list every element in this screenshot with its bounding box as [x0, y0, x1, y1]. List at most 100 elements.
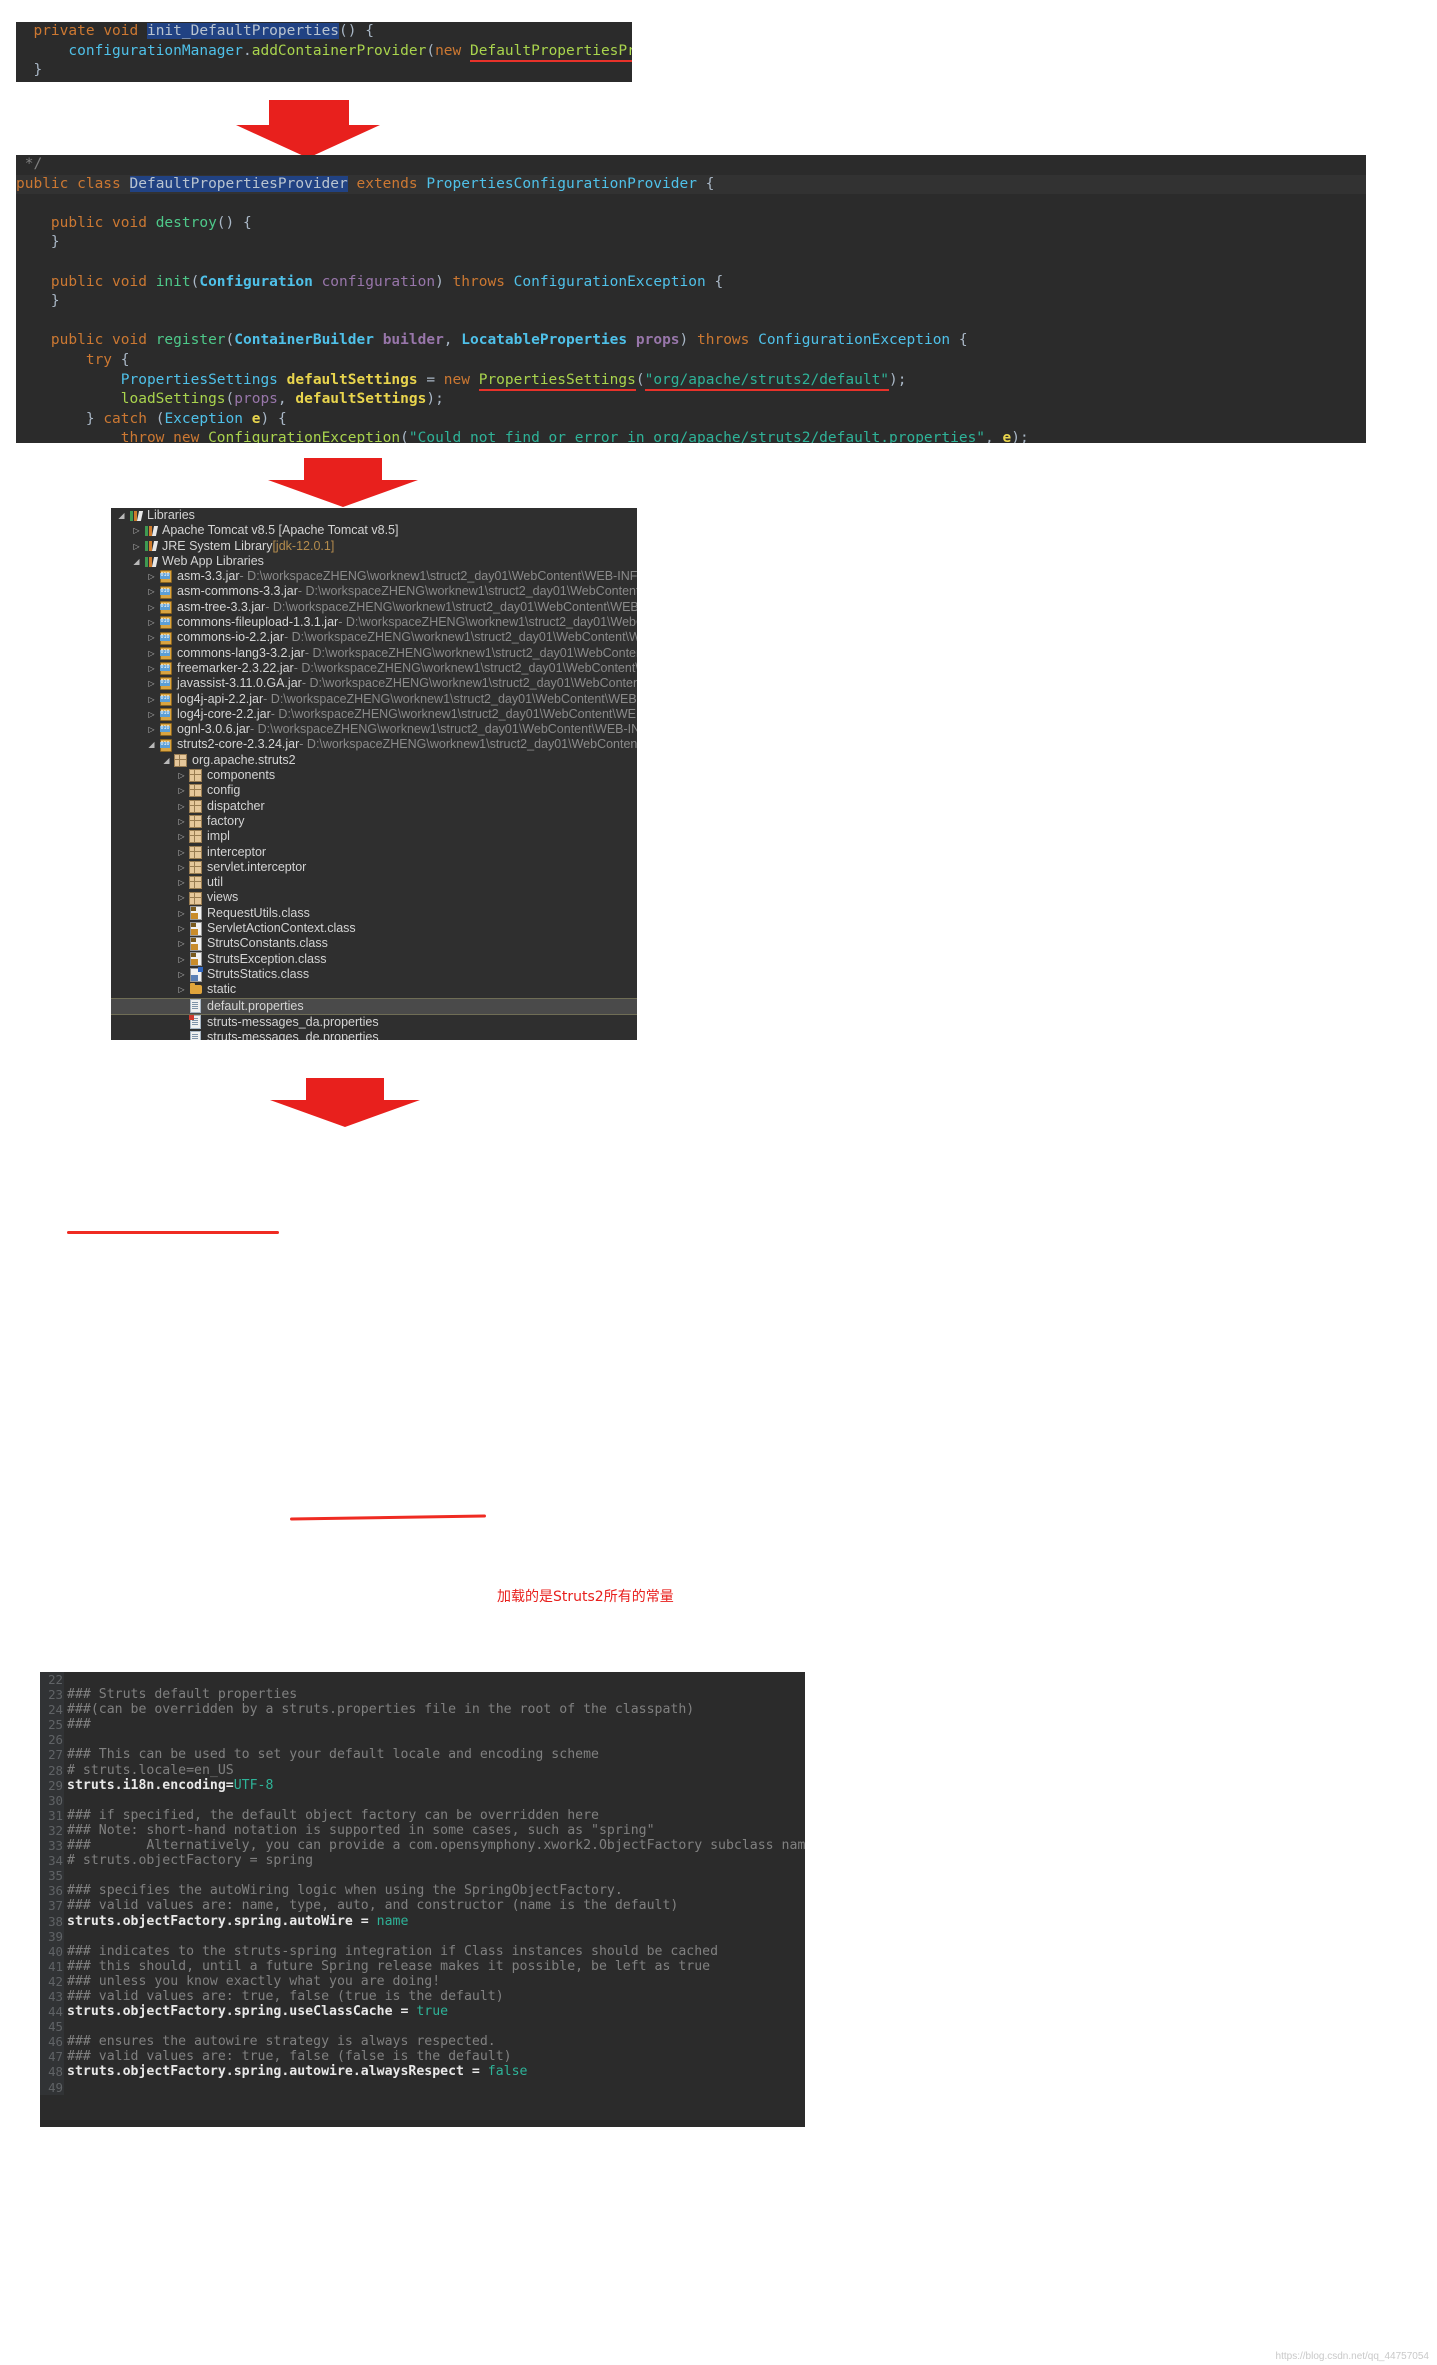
tree-row[interactable]: ◢ org.apache.struts2	[111, 753, 637, 768]
tree-row[interactable]: ▷ freemarker-2.3.22.jar - D:\workspaceZHE…	[111, 661, 637, 676]
chevron-down-icon[interactable]: ◢	[160, 753, 173, 768]
chevron-right-icon[interactable]: ▷	[145, 615, 158, 630]
tree-item-label: components	[207, 768, 276, 783]
tree-row[interactable]: ▷ log4j-core-2.2.jar - D:\workspaceZHENG\…	[111, 707, 637, 722]
line-number: 45	[40, 2019, 64, 2035]
chevron-right-icon[interactable]: ▷	[175, 799, 188, 814]
chevron-right-icon[interactable]: ▷	[175, 829, 188, 844]
tree-item-label: Apache Tomcat v8.5 [Apache Tomcat v8.5]	[162, 523, 399, 538]
chevron-right-icon[interactable]: ▷	[145, 646, 158, 661]
code-panel-default-properties-provider[interactable]: */ public class DefaultPropertiesProvider…	[16, 155, 1366, 443]
code-token: (	[225, 332, 235, 349]
tree-row[interactable]: ▷ config	[111, 783, 637, 798]
chevron-right-icon[interactable]: ▷	[145, 692, 158, 707]
chevron-right-icon[interactable]: ▷	[175, 875, 188, 890]
tree-row[interactable]: ▷ ognl-3.0.6.jar - D:\workspaceZHENG\work…	[111, 722, 637, 737]
chevron-right-icon[interactable]: ▷	[175, 814, 188, 829]
tree-row[interactable]: ▷ servlet.interceptor	[111, 860, 637, 875]
tree-row[interactable]: ▷ interceptor	[111, 845, 637, 860]
chevron-right-icon[interactable]: ▷	[175, 982, 188, 997]
code-token: ConfigurationException	[758, 332, 951, 349]
chevron-right-icon[interactable]: ▷	[175, 845, 188, 860]
code-line: public void register(ContainerBuilder bu…	[16, 331, 1366, 351]
chevron-down-icon[interactable]: ◢	[115, 508, 128, 523]
chevron-down-icon[interactable]: ◢	[130, 554, 143, 569]
tree-row[interactable]: ▷ log4j-api-2.2.jar - D:\workspaceZHENG\w…	[111, 692, 637, 707]
chevron-right-icon[interactable]: ▷	[175, 952, 188, 967]
code-token: props	[234, 391, 278, 408]
tree-row[interactable]: ▷ ServletActionContext.class	[111, 921, 637, 936]
tree-row-selected[interactable]: default.properties	[111, 997, 637, 1015]
tree-row[interactable]: ▷ views	[111, 890, 637, 905]
package-explorer-tree-panel[interactable]: ◢ Libraries ▷ Apache Tomcat v8.5 [Apache To…	[111, 508, 637, 1040]
properties-line: 25 ###	[40, 1717, 805, 1733]
tree-row[interactable]: ▷ asm-commons-3.3.jar - D:\workspaceZHENG…	[111, 584, 637, 599]
chevron-right-icon[interactable]: ▷	[145, 676, 158, 691]
chevron-right-icon[interactable]: ▷	[175, 967, 188, 982]
tree-row[interactable]: struts-messages_de.properties	[111, 1030, 637, 1040]
tree-row[interactable]: ▷ javassist-3.11.0.GA.jar - D:\workspaceZ…	[111, 676, 637, 691]
chevron-right-icon[interactable]: ▷	[145, 569, 158, 584]
tree-row[interactable]: ▷ JRE System Library [jdk-12.0.1]	[111, 539, 637, 554]
tree-row[interactable]: ▷ components	[111, 768, 637, 783]
properties-file-panel[interactable]: 22 23 ### Struts default properties 24 ###(c…	[40, 1672, 805, 2127]
tree-row[interactable]: ▷ Apache Tomcat v8.5 [Apache Tomcat v8.5]	[111, 523, 637, 538]
chevron-right-icon[interactable]: ▷	[145, 661, 158, 676]
chevron-right-icon[interactable]: ▷	[175, 860, 188, 875]
chevron-right-icon[interactable]: ▷	[175, 936, 188, 951]
tree-row[interactable]: ◢ Web App Libraries	[111, 554, 637, 569]
chevron-right-icon[interactable]: ▷	[130, 523, 143, 538]
chevron-right-icon[interactable]: ▷	[175, 906, 188, 921]
code-token: );	[1011, 430, 1029, 443]
chevron-right-icon[interactable]: ▷	[145, 600, 158, 615]
properties-line: 28 # struts.locale=en_US	[40, 1762, 805, 1778]
library-icon	[143, 525, 158, 536]
properties-line-text: ### valid values are: true, false (true …	[64, 1989, 504, 2004]
chevron-right-icon[interactable]: ▷	[175, 783, 188, 798]
tree-row[interactable]: ▷ RequestUtils.class	[111, 906, 637, 921]
arrow-one-shaft	[269, 100, 349, 125]
tree-row[interactable]: struts-messages_da.properties	[111, 1015, 637, 1030]
chevron-down-icon[interactable]: ◢	[145, 737, 158, 752]
tree-row[interactable]: ▷ util	[111, 875, 637, 890]
line-number: 32	[40, 1822, 64, 1839]
tree-row[interactable]: ▷ factory	[111, 814, 637, 829]
tree-row[interactable]: ▷ asm-tree-3.3.jar - D:\workspaceZHENG\wo…	[111, 600, 637, 615]
chevron-right-icon[interactable]: ▷	[175, 768, 188, 783]
tree-row[interactable]: ▷ impl	[111, 829, 637, 844]
chevron-right-icon[interactable]: ▷	[145, 584, 158, 599]
code-token: }	[16, 410, 104, 427]
chevron-right-icon[interactable]: ▷	[145, 707, 158, 722]
code-token: Exception	[164, 410, 244, 427]
tree-row[interactable]: ▷ StrutsConstants.class	[111, 936, 637, 951]
properties-line: 37 ### valid values are: name, type, auto…	[40, 1898, 805, 1914]
chevron-right-icon[interactable]: ▷	[145, 722, 158, 737]
tree-row[interactable]: ▷ static	[111, 982, 637, 997]
tree-row[interactable]: ▷ StrutsStatics.class	[111, 966, 637, 982]
chevron-right-icon[interactable]: ▷	[145, 630, 158, 645]
chevron-right-icon[interactable]: ▷	[175, 890, 188, 905]
tree-row[interactable]: ◢ Libraries	[111, 508, 637, 523]
tree-row[interactable]: ▷ dispatcher	[111, 799, 637, 814]
jar-icon	[158, 708, 173, 721]
code-token: PropertiesConfigurationProvider	[426, 175, 697, 192]
tree-row[interactable]: ▷ commons-fileupload-1.3.1.jar - D:\works…	[111, 615, 637, 630]
tree-row[interactable]: ▷ asm-3.3.jar - D:\workspaceZHENG\worknew…	[111, 569, 637, 584]
properties-line-text: ### specifies the autoWiring logic when …	[64, 1883, 623, 1898]
tree-row[interactable]: ▷ StrutsException.class	[111, 952, 637, 967]
code-panel-init-default-properties[interactable]: private void init_DefaultProperties() { …	[16, 22, 632, 82]
properties-token: ### Alternatively, you can provide a com…	[67, 1838, 805, 1854]
tree-item-label: servlet.interceptor	[207, 859, 307, 874]
chevron-right-icon[interactable]: ▷	[130, 539, 143, 554]
jar-icon	[158, 662, 173, 676]
tree-row[interactable]: ▷ commons-lang3-3.2.jar - D:\workspaceZHE…	[111, 646, 637, 661]
code-token: );	[889, 371, 907, 388]
tree-row[interactable]: ◢ struts2-core-2.3.24.jar - D:\workspaceZ…	[111, 737, 637, 752]
code-line: public void init(Configuration configura…	[16, 273, 1366, 293]
tree-row[interactable]: ▷ commons-io-2.2.jar - D:\workspaceZHENG\…	[111, 630, 637, 645]
chevron-right-icon[interactable]: ▷	[175, 921, 188, 936]
